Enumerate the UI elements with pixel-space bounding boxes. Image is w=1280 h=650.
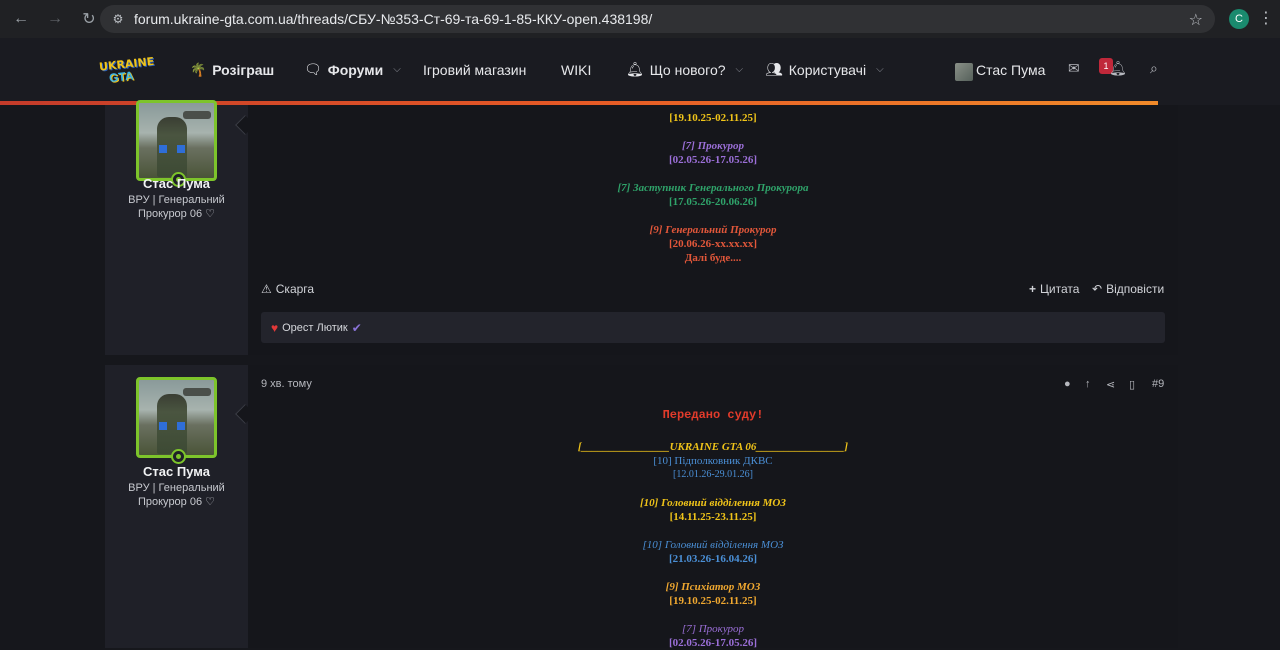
post-9: Стас Пума ВРУ | Генеральний Прокурор 06 ♡… <box>105 365 1178 649</box>
warning-icon: ⚠ <box>261 282 272 296</box>
bookmark-check-icon[interactable]: ● <box>1064 378 1071 390</box>
bb-line: [10] Підполковник ДКВС <box>653 455 773 467</box>
nav-shop[interactable]: Ігровий магазин <box>423 38 526 101</box>
browser-profile-avatar[interactable]: C <box>1229 9 1249 29</box>
bb-line: [17.05.26-20.06.26] <box>669 196 757 208</box>
chevron-down-icon[interactable]: ⌵ <box>876 64 884 75</box>
envelope-icon[interactable]: ✉ <box>1068 60 1080 77</box>
address-bar[interactable]: ⚙ forum.ukraine-gta.com.ua/threads/СБУ-№… <box>100 5 1215 33</box>
report-button[interactable]: ⚠ Скарга <box>261 282 314 296</box>
author-name[interactable]: Стас Пума <box>105 464 248 479</box>
site-logo[interactable]: UKRAINE GTA <box>98 55 154 87</box>
avatar-helicopter <box>183 111 211 119</box>
bb-heading: Передано суду! <box>662 408 764 422</box>
avatar-soldier <box>157 117 187 177</box>
bb-line: [20.06.26-xx.xx.xx] <box>669 238 757 250</box>
bb-line: [14.11.25-23.11.25] <box>669 511 757 523</box>
bell-icon[interactable]: 🔔︎ <box>1109 60 1127 77</box>
palm-icon: 🌴 <box>190 61 207 77</box>
reaction-user[interactable]: Орест Лютик <box>282 322 348 334</box>
avatar-helicopter <box>183 388 211 396</box>
author-name[interactable]: Стас Пума <box>105 176 248 191</box>
bb-line: [9] Генеральний Прокурор <box>649 224 777 236</box>
site-settings-icon[interactable]: ⚙ <box>110 11 126 27</box>
post-number[interactable]: #9 <box>1152 378 1164 390</box>
bb-line: [19.10.25-02.11.25] <box>669 595 757 607</box>
reply-button[interactable]: ↶ Відповісти <box>1092 282 1164 296</box>
chat-icon: 🗨 <box>304 61 322 77</box>
bookmark-star-icon[interactable]: ☆ <box>1189 10 1203 30</box>
bell-icon: 🔔︎ <box>626 61 644 77</box>
users-icon: 👥︎ <box>765 61 783 77</box>
bb-line: [7] Прокурор <box>682 140 744 152</box>
bb-line: [7] Прокурор <box>681 623 745 635</box>
bb-line: [19.10.25-02.11.25] <box>669 112 757 124</box>
online-indicator <box>171 449 186 464</box>
back-icon[interactable]: ← <box>6 4 36 34</box>
share-icon[interactable]: ⋖ <box>1106 378 1115 391</box>
user-menu[interactable]: Стас Пума <box>976 38 1045 101</box>
chevron-down-icon[interactable]: ⌵ <box>736 64 744 75</box>
author-title: ВРУ | Генеральний Прокурор 06 ♡ <box>128 482 225 508</box>
nav-whats-new[interactable]: 🔔︎ Що нового? ⌵ <box>626 38 743 101</box>
post-8: Стас Пума ВРУ | Генеральний Прокурор 06 ♡… <box>105 100 1178 355</box>
heart-icon: ♥ <box>271 320 279 335</box>
avatar-soldier <box>157 394 187 454</box>
reactions-bar[interactable]: ♥ Орест Лютик ✔ <box>261 312 1165 343</box>
bb-line: [02.05.26-17.05.26] <box>669 154 757 166</box>
author-avatar[interactable] <box>136 377 217 464</box>
author-title: ВРУ | Генеральний Прокурор 06 ♡ <box>128 194 225 220</box>
user-avatar[interactable] <box>955 63 973 81</box>
site-header: UKRAINE GTA 🌴 Розіграш 🗨 Форуми ⌵ Ігрови… <box>0 38 1280 105</box>
bb-line: [10] Головний відділення МОЗ <box>640 497 786 509</box>
bb-line: [12.01.26-29.01.26] <box>673 469 753 480</box>
chevron-down-icon[interactable]: ⌵ <box>393 64 401 75</box>
quote-button[interactable]: + Цитата <box>1029 282 1079 296</box>
arrow-up-icon[interactable]: ↑ <box>1085 378 1091 390</box>
browser-menu-icon[interactable]: ⋮ <box>1258 8 1274 28</box>
bb-banner: [________________UKRAINE GTA 06_________… <box>577 441 849 453</box>
url-text: forum.ukraine-gta.com.ua/threads/СБУ-№35… <box>134 11 653 27</box>
bookmark-icon[interactable]: ▯ <box>1129 378 1135 391</box>
reply-arrow-icon: ↶ <box>1092 282 1103 296</box>
nav-wiki[interactable]: WIKI <box>561 38 591 101</box>
bb-line: [10] Головний відділення МОЗ <box>642 539 784 551</box>
search-icon[interactable]: ⌕ <box>1150 60 1158 77</box>
author-avatar[interactable] <box>136 100 217 187</box>
nav-forums[interactable]: 🗨 Форуми ⌵ <box>304 38 401 101</box>
forward-icon[interactable]: → <box>40 4 70 34</box>
post-time[interactable]: 9 хв. тому <box>261 378 312 390</box>
nav-giveaway[interactable]: 🌴 Розіграш <box>190 38 274 101</box>
bb-line: [9] Психіатор МОЗ <box>665 581 761 593</box>
nav-users[interactable]: 👥︎ Користувачі ⌵ <box>765 38 884 101</box>
bb-line: [21.03.26-16.04.26] <box>669 553 757 565</box>
plus-icon: + <box>1029 282 1037 296</box>
browser-toolbar: ← → ↻ ⚙ forum.ukraine-gta.com.ua/threads… <box>0 0 1280 38</box>
bb-line: [7] Заступник Генерального Прокурора <box>617 182 809 194</box>
verified-check-icon: ✔ <box>351 320 362 335</box>
bb-line: Далі буде.... <box>684 252 742 264</box>
